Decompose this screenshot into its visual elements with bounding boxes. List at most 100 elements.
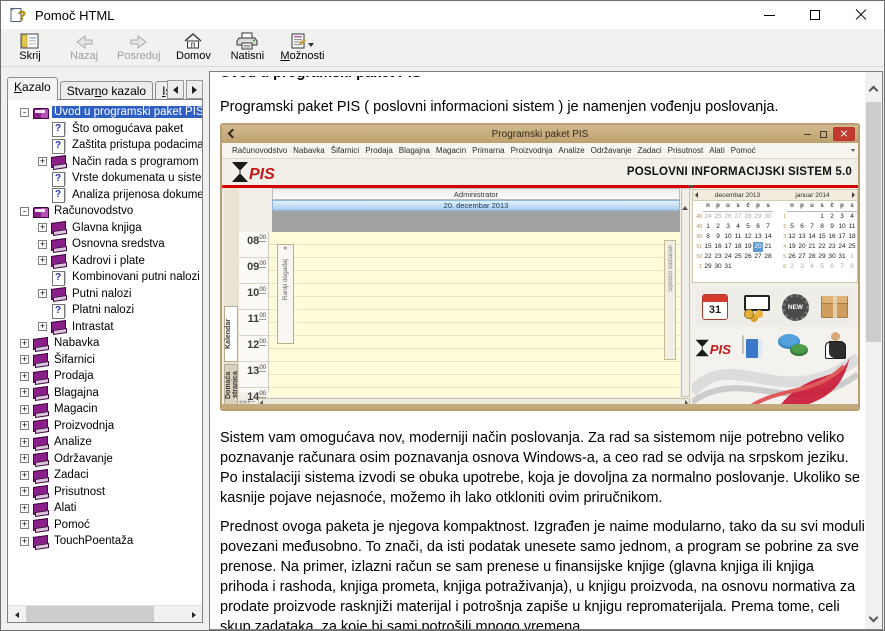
tree-item[interactable]: + Analize bbox=[10, 434, 202, 451]
print-button[interactable]: Natisni bbox=[226, 32, 268, 62]
tree-expander[interactable]: + bbox=[38, 157, 47, 166]
tree-item[interactable]: + Prodaja bbox=[10, 368, 202, 385]
calendar-day: 16 bbox=[713, 242, 723, 252]
maximize-button[interactable] bbox=[792, 1, 838, 29]
tree-item[interactable]: + Magacin bbox=[10, 401, 202, 418]
tree-expander[interactable]: + bbox=[38, 289, 47, 298]
tree-item[interactable]: + Alati bbox=[10, 500, 202, 517]
close-button[interactable] bbox=[838, 1, 884, 29]
day-header: s bbox=[763, 202, 773, 212]
tree-item[interactable]: + Proizvodnja bbox=[10, 418, 202, 435]
minimize-button[interactable] bbox=[746, 1, 792, 29]
tree-item-label: Proizvodnja bbox=[52, 420, 116, 432]
tree-item[interactable]: + Nabavka bbox=[10, 335, 202, 352]
app-sidebar: decembar 2013 januar 2014 npusčps 484950… bbox=[692, 188, 858, 408]
scroll-right-button[interactable] bbox=[185, 606, 202, 623]
sidebar-tab[interactable]: Iskanje bbox=[155, 81, 167, 100]
tree-horizontal-scrollbar[interactable] bbox=[8, 605, 202, 622]
scroll-left-button[interactable] bbox=[8, 606, 25, 623]
content-vertical-scrollbar[interactable] bbox=[865, 72, 882, 629]
tree-expander[interactable]: + bbox=[38, 322, 47, 331]
tree-item[interactable]: + Kadrovi i plate bbox=[10, 253, 202, 270]
tree-item[interactable]: + Pomoć bbox=[10, 517, 202, 534]
tree-expander[interactable]: + bbox=[20, 372, 29, 381]
tree-item[interactable]: Zaštita pristupa podacima bbox=[10, 137, 202, 154]
options-button[interactable]: Možnosti bbox=[280, 32, 324, 62]
tree-expander[interactable]: + bbox=[20, 504, 29, 513]
tree-item[interactable]: + Zadaci bbox=[10, 467, 202, 484]
tree-item[interactable]: Kombinovani putni nalozi bbox=[10, 269, 202, 286]
tree-expander[interactable]: + bbox=[20, 454, 29, 463]
day-header: p bbox=[837, 202, 847, 212]
tree-item[interactable]: Analiza prijenosa dokumenata bbox=[10, 187, 202, 204]
app-menu-overflow-icon bbox=[851, 149, 855, 154]
tree-expander[interactable]: + bbox=[20, 438, 29, 447]
tree-item[interactable]: + Prisutnost bbox=[10, 484, 202, 501]
left-triangle-icon bbox=[173, 86, 178, 94]
tree-expander[interactable]: + bbox=[20, 471, 29, 480]
forward-button-label: Posreduj bbox=[117, 50, 160, 62]
scrollbar-thumb[interactable] bbox=[26, 606, 154, 623]
sidebar-tab[interactable]: Kazalo bbox=[7, 77, 58, 100]
tree-item[interactable]: + Način rada s programom bbox=[10, 154, 202, 171]
tree-expander[interactable]: + bbox=[38, 223, 47, 232]
home-button[interactable]: Domov bbox=[172, 32, 214, 62]
tree-expander[interactable]: + bbox=[20, 355, 29, 364]
tree-item[interactable]: Što omogućava paket bbox=[10, 121, 202, 138]
app-minimize-icon bbox=[801, 128, 814, 140]
tree-expander[interactable]: + bbox=[20, 388, 29, 397]
tree-expander[interactable]: + bbox=[38, 240, 47, 249]
tree-expander[interactable]: + bbox=[20, 421, 29, 430]
tree-expander[interactable]: + bbox=[20, 537, 29, 546]
tree-expander[interactable]: + bbox=[38, 256, 47, 265]
app-menu-item: Prisutnost bbox=[668, 146, 704, 155]
tree-item-icon bbox=[51, 238, 66, 251]
app-tab-home: Domaća stranica bbox=[224, 364, 238, 406]
tree-expander[interactable]: - bbox=[20, 108, 29, 117]
tree-item-icon bbox=[33, 403, 48, 416]
title-bar: ? Pomoč HTML bbox=[1, 1, 884, 29]
tree-expander[interactable]: + bbox=[20, 520, 29, 529]
tree-item[interactable]: Platni nalozi bbox=[10, 302, 202, 319]
tree-item[interactable]: - Računovodstvo bbox=[10, 203, 202, 220]
tree-item[interactable]: + Putni nalozi bbox=[10, 286, 202, 303]
tree-item[interactable]: + Osnovna sredstva bbox=[10, 236, 202, 253]
calendar-day: 25 bbox=[713, 212, 723, 222]
scroll-down-button[interactable] bbox=[865, 610, 882, 627]
tree-item[interactable]: + Blagajna bbox=[10, 385, 202, 402]
calendar-day: 3 bbox=[797, 262, 807, 272]
tree-item-icon bbox=[33, 205, 48, 218]
tabs-scroll-right-button[interactable] bbox=[186, 80, 203, 99]
calendar-day: 7 bbox=[837, 262, 847, 272]
tree-item-icon bbox=[33, 337, 48, 350]
tree-expander[interactable]: + bbox=[20, 487, 29, 496]
week-number: 3 bbox=[779, 232, 787, 242]
scrollbar-thumb[interactable] bbox=[866, 102, 881, 342]
calendar-day: 23 bbox=[827, 242, 837, 252]
tree-item[interactable]: + Održavanje bbox=[10, 451, 202, 468]
tree-item[interactable]: + Šifarnici bbox=[10, 352, 202, 369]
tree-item[interactable]: + Intrastat bbox=[10, 319, 202, 336]
back-button[interactable]: Nazaj bbox=[63, 32, 105, 62]
calendar-day: 27 bbox=[733, 212, 743, 222]
forward-button[interactable]: Posreduj bbox=[117, 32, 160, 62]
tree-item[interactable]: - Uvod u programski paket PIS bbox=[10, 104, 202, 121]
sidebar-tab[interactable]: Stvarno kazalo bbox=[60, 81, 153, 100]
tree-item[interactable]: Vrste dokumenata u sistemu bbox=[10, 170, 202, 187]
next-month-icon bbox=[852, 192, 855, 198]
tree-expander[interactable]: - bbox=[20, 207, 29, 216]
calendar-day: 21 bbox=[807, 242, 817, 252]
calendar-day bbox=[797, 212, 807, 222]
hide-button[interactable]: Skrij bbox=[9, 32, 51, 62]
tree-item[interactable]: + Glavna knjiga bbox=[10, 220, 202, 237]
tabs-scroll-left-button[interactable] bbox=[167, 80, 184, 99]
tree-item[interactable]: + TouchPoentaža bbox=[10, 533, 202, 550]
options-button-label: Možnosti bbox=[280, 50, 324, 62]
tree-expander[interactable]: + bbox=[20, 405, 29, 414]
app-menu-item: Računovodstvo bbox=[232, 146, 287, 155]
calendar-day: 30 bbox=[827, 252, 837, 262]
scroll-up-button[interactable] bbox=[865, 80, 882, 97]
time-slot: 0800 bbox=[239, 232, 268, 258]
tree-expander[interactable]: + bbox=[20, 339, 29, 348]
printer-icon bbox=[236, 32, 258, 50]
